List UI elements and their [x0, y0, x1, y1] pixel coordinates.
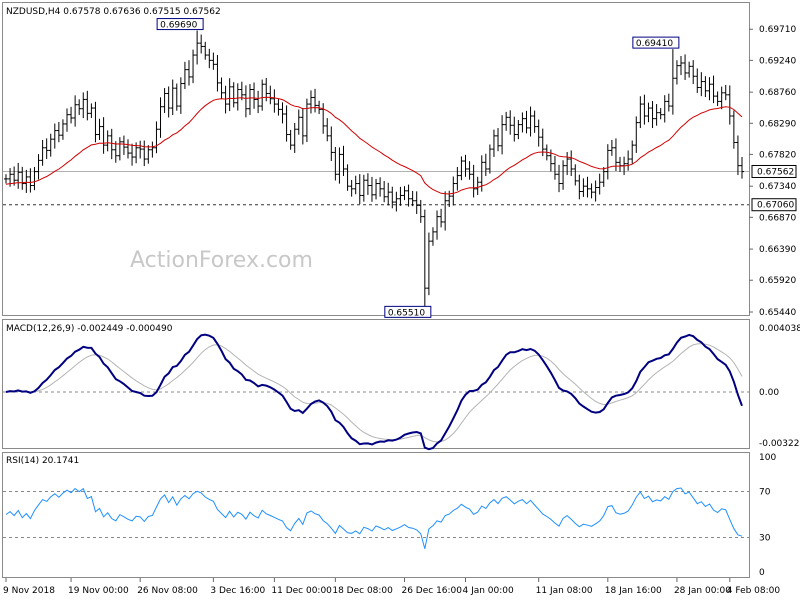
price-axis-label: 0.66390 — [759, 245, 796, 255]
price-title: NZDUSD,H4 0.67578 0.67636 0.67515 0.6756… — [6, 7, 221, 17]
macd-panel-frame — [2, 319, 750, 449]
x-axis-label: 11 Dec 00:00 — [271, 586, 332, 596]
x-axis-label: 4 Jan 00:00 — [462, 586, 514, 596]
price-panel-frame — [2, 2, 750, 316]
price-annotation-label: 0.69410 — [636, 39, 673, 49]
macd-signal-line — [5, 343, 743, 443]
price-axis-label: 0.67820 — [759, 150, 796, 160]
macd-layer — [3, 333, 749, 451]
x-axis-label: 26 Nov 08:00 — [137, 586, 198, 596]
macd-axis-label: -0.003221 — [759, 439, 800, 449]
rsi-axis-label: 100 — [759, 453, 776, 463]
x-axis-label: 19 Nov 00:00 — [68, 586, 129, 596]
x-axis-label: 26 Dec 16:00 — [401, 586, 462, 596]
price-axis-label: 0.67340 — [759, 182, 796, 192]
x-axis-label: 18 Dec 08:00 — [332, 586, 393, 596]
chart-svg: ActionForex.com 0.69690 0.69410 0.65510 0.… — [2, 2, 800, 596]
x-axis-label: 28 Jan 00:00 — [674, 586, 731, 596]
macd-title: MACD(12,26,9) -0.002449 -0.000490 — [6, 324, 173, 334]
price-axis-label: 0.69710 — [759, 25, 796, 35]
price-axis-label: 0.68290 — [759, 119, 796, 129]
price-axis-label: 0.69240 — [759, 56, 796, 66]
x-axis-label: 18 Jan 16:00 — [605, 586, 662, 596]
price-axis-label: 0.68760 — [759, 88, 796, 98]
price-tag-label: 0.67562 — [757, 167, 794, 177]
rsi-layer — [3, 487, 749, 549]
chart-stage: ActionForex.com 0.69690 0.69410 0.65510 0.… — [0, 0, 800, 600]
rsi-axis-label: 70 — [759, 488, 771, 498]
x-axis-label: 11 Jan 08:00 — [536, 586, 593, 596]
x-axis-label: 3 Dec 16:00 — [210, 586, 265, 596]
macd-main-line — [5, 333, 743, 451]
price-tag-label: 0.67060 — [757, 201, 794, 211]
macd-axis-label: 0.00 — [759, 388, 779, 398]
price-axis-label: 0.65920 — [759, 276, 796, 286]
price-layer: 0.69690 0.69410 0.65510 — [3, 18, 749, 318]
price-annotation-label: 0.65510 — [388, 308, 425, 318]
moving-average-line — [5, 96, 743, 195]
x-axis-label: 4 Feb 08:00 — [727, 586, 781, 596]
macd-axis-label: 0.004038 — [759, 324, 800, 334]
rsi-panel-frame — [2, 452, 750, 578]
x-axis-label: 9 Nov 2018 — [3, 586, 55, 596]
rsi-title: RSI(14) 20.1741 — [6, 456, 79, 466]
price-axis-label: 0.65440 — [759, 308, 796, 318]
price-axis-label: 0.66870 — [759, 213, 796, 223]
price-annotation-label: 0.69690 — [160, 21, 197, 31]
rsi-axis-label: 0 — [759, 568, 765, 578]
rsi-axis-label: 30 — [759, 534, 771, 544]
rsi-line — [5, 487, 743, 549]
watermark: ActionForex.com — [130, 248, 313, 273]
